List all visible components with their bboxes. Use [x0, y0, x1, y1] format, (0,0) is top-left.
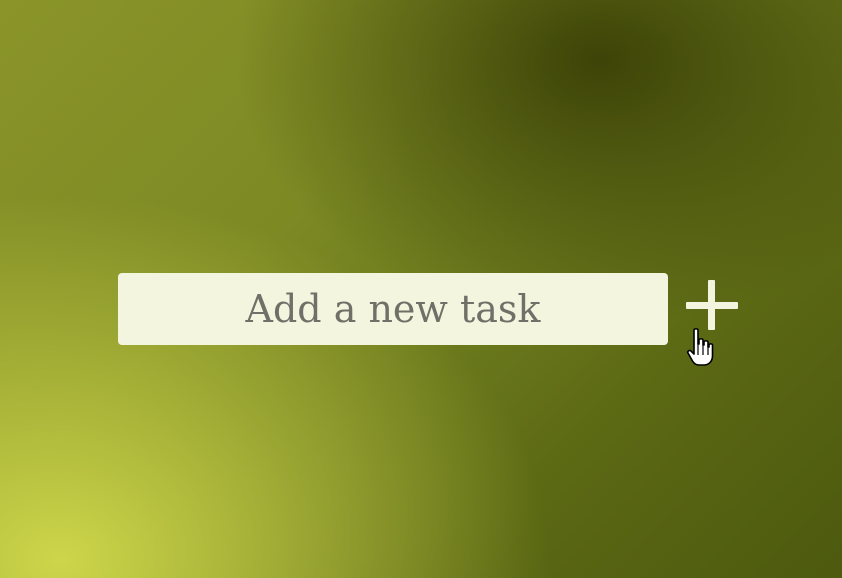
hand-pointer-icon — [686, 328, 714, 366]
app-background — [0, 0, 842, 578]
new-task-input[interactable] — [118, 273, 668, 345]
plus-icon — [684, 278, 740, 334]
add-task-button[interactable] — [684, 278, 740, 334]
